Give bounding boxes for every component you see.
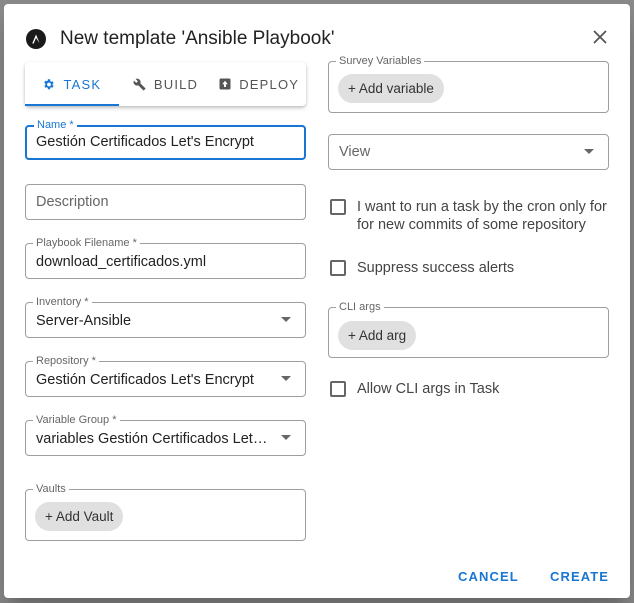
add-arg-button[interactable]: + Add arg [338, 321, 417, 350]
playbook-filename-label: Playbook Filename * [33, 237, 140, 249]
dialog-header: New template 'Ansible Playbook' [26, 22, 334, 56]
cli-args-label: CLI args [336, 301, 384, 313]
allow-cli-args-checkbox-row: Allow CLI args in Task [330, 380, 499, 398]
tab-deploy[interactable]: DEPLOY [212, 62, 306, 106]
survey-variables-label: Survey Variables [336, 55, 425, 67]
suppress-alerts-checkbox-row: Suppress success alerts [330, 259, 514, 277]
cron-repository-checkbox[interactable] [330, 199, 346, 215]
inventory-label: Inventory * [33, 296, 92, 308]
playbook-filename-field[interactable]: Playbook Filename * download_certificado… [25, 237, 306, 279]
variable-group-select[interactable]: Variable Group * variables Gestión Certi… [25, 414, 306, 456]
add-vault-button[interactable]: + Add Vault [35, 502, 124, 531]
suppress-alerts-label: Suppress success alerts [357, 260, 515, 276]
view-select[interactable]: View [328, 134, 609, 170]
cancel-button[interactable]: CANCEL [458, 569, 519, 584]
allow-cli-args-checkbox[interactable] [330, 381, 346, 397]
create-button[interactable]: CREATE [550, 569, 609, 584]
variable-group-value: variables Gestión Certificados Let's Enc… [36, 431, 269, 447]
vaults-label: Vaults [33, 483, 69, 495]
wrench-icon [133, 78, 146, 91]
chevron-down-icon [281, 376, 291, 381]
suppress-alerts-checkbox[interactable] [330, 260, 346, 276]
tab-task-label: TASK [63, 76, 102, 92]
add-variable-button[interactable]: + Add variable [338, 74, 444, 103]
template-tabs: TASK BUILD DEPLOY [25, 62, 306, 106]
repository-value: Gestión Certificados Let's Encrypt [36, 372, 254, 388]
close-button[interactable] [588, 25, 612, 49]
tab-task[interactable]: TASK [25, 62, 119, 106]
tab-deploy-label: DEPLOY [239, 76, 300, 92]
description-placeholder: Description [36, 194, 109, 210]
tab-build[interactable]: BUILD [119, 62, 213, 106]
chevron-down-icon [281, 317, 291, 322]
repository-select[interactable]: Repository * Gestión Certificados Let's … [25, 355, 306, 397]
variable-group-label: Variable Group * [33, 414, 120, 426]
close-icon [593, 30, 607, 44]
new-template-dialog: New template 'Ansible Playbook' TASK BUI… [4, 4, 630, 598]
repository-label: Repository * [33, 355, 99, 367]
gear-icon [42, 78, 55, 91]
cron-repository-label: I want to run a task by the cron only fo… [357, 199, 607, 233]
chevron-down-icon [584, 149, 594, 154]
chevron-down-icon [281, 435, 291, 440]
tab-build-label: BUILD [153, 76, 199, 92]
view-placeholder: View [339, 144, 371, 160]
allow-cli-args-label: Allow CLI args in Task [357, 381, 500, 397]
dialog-title: New template 'Ansible Playbook' [60, 28, 335, 49]
description-field[interactable]: Description [25, 184, 306, 220]
deploy-icon [219, 78, 231, 90]
ansible-logo-icon [26, 29, 46, 49]
inventory-value: Server-Ansible [36, 313, 132, 329]
playbook-filename-value: download_certificados.yml [36, 254, 207, 270]
name-field[interactable]: Name * Gestión Certificados Let's Encryp… [25, 119, 306, 160]
name-field-label: Name * [34, 119, 77, 131]
name-field-value: Gestión Certificados Let's Encrypt [36, 134, 254, 150]
inventory-select[interactable]: Inventory * Server-Ansible [25, 296, 306, 338]
cron-repository-checkbox-row: I want to run a task by the cron only fo… [330, 198, 610, 234]
